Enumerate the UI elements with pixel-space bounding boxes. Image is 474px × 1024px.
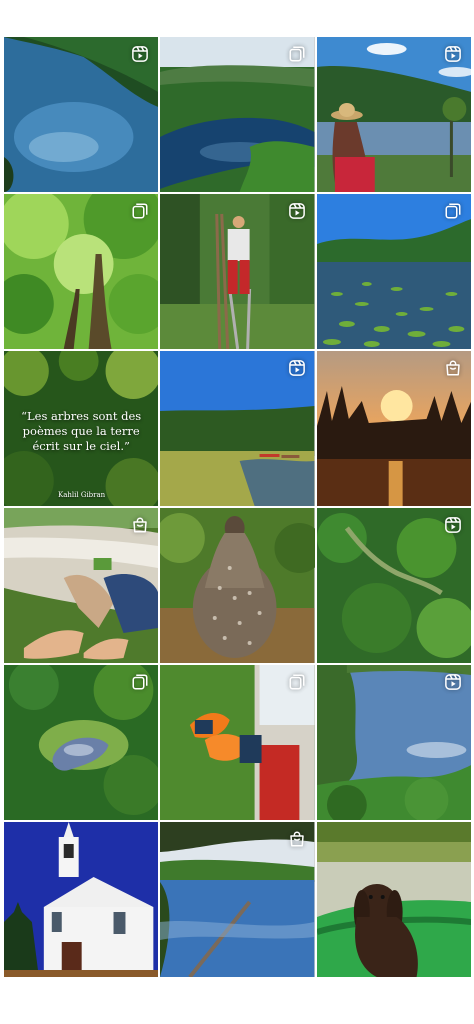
reel-icon <box>443 44 463 64</box>
quote-text: “Les arbres sont des poèmes que la terre… <box>21 409 142 453</box>
post-tile-dog-canoe[interactable] <box>316 822 471 977</box>
post-tile-lake-valley[interactable] <box>160 37 315 192</box>
post-tile-quote-leaves[interactable]: “Les arbres sont des poèmes que la terre… <box>4 351 159 506</box>
quote-author: Kahlil Gibran <box>58 491 106 499</box>
post-tile-lake-aerial[interactable] <box>4 37 159 192</box>
shopping-bag-icon <box>443 358 463 378</box>
post-tile-woman-hat[interactable] <box>316 37 471 192</box>
carousel-icon <box>443 201 463 221</box>
reel-icon <box>130 44 150 64</box>
post-tile-lily-lake[interactable] <box>316 194 471 349</box>
shopping-bag-icon <box>130 515 150 535</box>
carousel-icon <box>130 672 150 692</box>
shopping-bag-icon <box>287 829 307 849</box>
post-tile-lake-cliffs[interactable] <box>316 665 471 820</box>
post-tile-calm-lake[interactable] <box>160 822 315 977</box>
carousel-icon <box>130 201 150 221</box>
post-tile-canoe-feet[interactable] <box>4 508 159 663</box>
post-tile-aerial-pond[interactable] <box>4 665 159 820</box>
reel-icon <box>287 358 307 378</box>
post-tile-mushrooms[interactable] <box>160 665 315 820</box>
reel-icon <box>287 201 307 221</box>
post-tile-aerial-hills[interactable] <box>316 508 471 663</box>
post-tile-grouse[interactable] <box>160 508 315 663</box>
post-image <box>160 508 315 663</box>
profile-post-grid: “Les arbres sont des poèmes que la terre… <box>4 37 471 977</box>
reel-icon <box>443 515 463 535</box>
post-image <box>4 822 159 977</box>
post-tile-man-ladder[interactable] <box>160 194 315 349</box>
post-tile-sunset-lake[interactable] <box>316 351 471 506</box>
post-tile-forest-canopy[interactable] <box>4 194 159 349</box>
post-tile-white-church[interactable] <box>4 822 159 977</box>
carousel-icon <box>287 672 307 692</box>
carousel-icon <box>287 44 307 64</box>
post-tile-marsh-dock[interactable] <box>160 351 315 506</box>
reel-icon <box>443 672 463 692</box>
post-image <box>316 822 471 977</box>
